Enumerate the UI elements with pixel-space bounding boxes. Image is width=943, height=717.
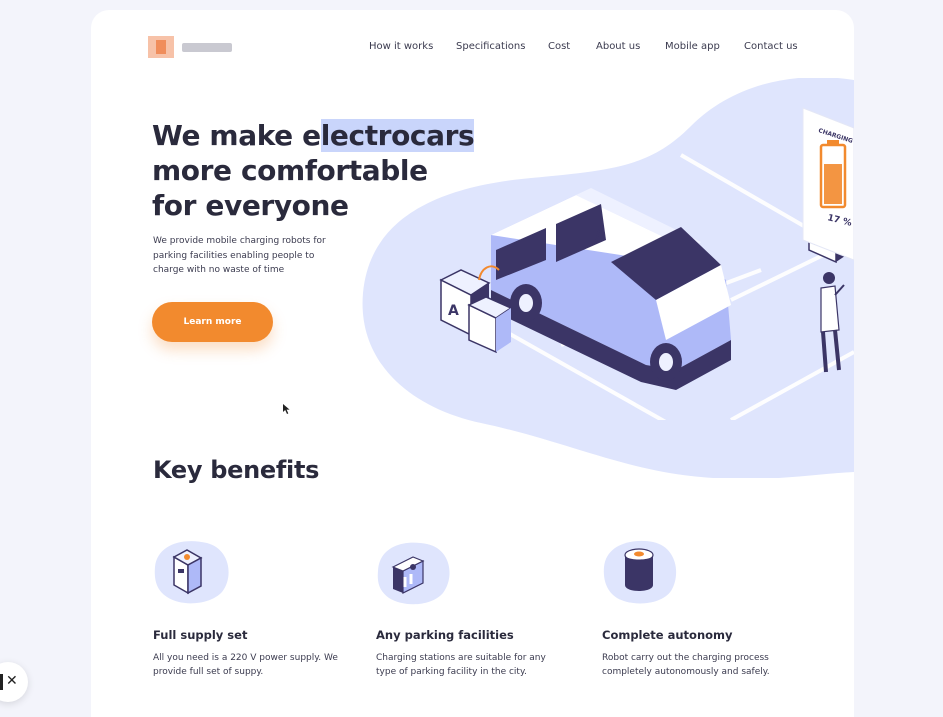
learn-more-button[interactable]: Learn more	[152, 302, 273, 342]
charging-card: CHARGING 17 %	[802, 107, 854, 261]
person	[820, 272, 845, 373]
nav-specifications[interactable]: Specifications	[456, 41, 525, 52]
divider-bar	[0, 674, 3, 690]
main-nav: How it works Specifications Cost About u…	[369, 41, 829, 57]
van	[491, 188, 731, 390]
hero-illustration: A A CHARGING 17 %	[439, 107, 854, 420]
benefit-card-parking: Any parking facilities Charging stations…	[375, 537, 595, 687]
mouse-cursor-icon	[283, 404, 290, 414]
benefit-desc: All you need is a 220 V power supply. We…	[153, 653, 338, 677]
benefit-card-supply: Full supply set All you need is a 220 V …	[152, 537, 372, 687]
landing-page: How it works Specifications Cost About u…	[91, 10, 854, 717]
benefit-desc: Robot carry out the charging process com…	[602, 653, 770, 677]
benefit-card-autonomy: Complete autonomy Robot carry out the ch…	[601, 537, 821, 687]
hero-subtitle: We provide mobile charging robots for pa…	[153, 236, 326, 275]
hero-title-line3: for everyone	[152, 189, 349, 222]
benefit-title: Full supply set	[153, 628, 248, 642]
benefit-title: Any parking facilities	[376, 628, 514, 642]
key-benefits-title: Key benefits	[153, 456, 320, 484]
nav-mobile-app[interactable]: Mobile app	[665, 41, 720, 52]
hero-title-line2: more comfortable	[152, 154, 428, 187]
robot-letter-left: A	[448, 303, 459, 319]
benefit-title: Complete autonomy	[602, 628, 733, 642]
nav-how-it-works[interactable]: How it works	[369, 41, 433, 52]
nav-contact-us[interactable]: Contact us	[744, 41, 798, 52]
power-supply-icon	[154, 541, 229, 604]
benefit-desc: Charging stations are suitable for any t…	[376, 653, 546, 677]
close-icon: ✕	[6, 673, 18, 689]
nav-cost[interactable]: Cost	[548, 41, 570, 52]
logo[interactable]	[148, 36, 236, 58]
battery-fill	[824, 164, 842, 204]
nav-about-us[interactable]: About us	[596, 41, 640, 52]
parking-facility-icon	[377, 542, 450, 605]
hero-title-part1: We make e	[152, 119, 321, 152]
close-button[interactable]: ✕	[0, 662, 28, 702]
battery-robot-icon	[603, 540, 677, 604]
